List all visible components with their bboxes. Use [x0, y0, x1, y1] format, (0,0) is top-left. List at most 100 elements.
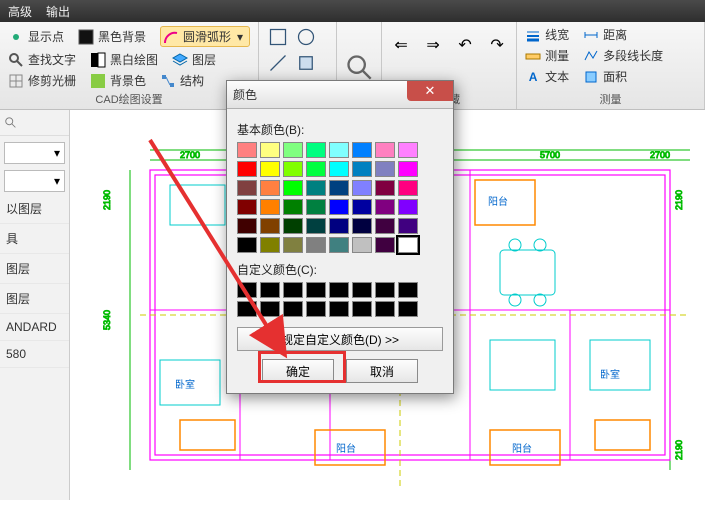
color-swatch[interactable] [398, 237, 418, 253]
color-swatch[interactable] [260, 142, 280, 158]
color-swatch[interactable] [237, 180, 257, 196]
rib-polyline-len[interactable]: 多段线长度 [583, 47, 663, 64]
color-swatch[interactable] [329, 180, 349, 196]
rib-measure[interactable]: 测量 [525, 47, 569, 64]
color-swatch[interactable] [398, 199, 418, 215]
nav-left-icon[interactable]: ⇐ [390, 34, 412, 56]
list-item[interactable]: 580 [0, 341, 69, 368]
dialog-titlebar[interactable]: 颜色 ✕ [227, 81, 453, 109]
cancel-button[interactable]: 取消 [346, 359, 418, 383]
custom-swatch[interactable] [306, 301, 326, 317]
color-swatch[interactable] [375, 180, 395, 196]
custom-swatch[interactable] [352, 282, 372, 298]
color-swatch[interactable] [306, 199, 326, 215]
ok-button[interactable]: 确定 [262, 359, 334, 383]
custom-swatch[interactable] [398, 282, 418, 298]
rib-bg-color[interactable]: 背景色 [90, 72, 146, 89]
rib-bw-draw[interactable]: 黑白绘图 [90, 51, 158, 68]
color-swatch[interactable] [283, 237, 303, 253]
color-swatch[interactable] [306, 161, 326, 177]
nav-redo-icon[interactable]: ↷ [486, 34, 508, 56]
color-swatch[interactable] [352, 161, 372, 177]
color-swatch[interactable] [283, 142, 303, 158]
rib-distance[interactable]: 距离 [583, 26, 627, 43]
color-swatch[interactable] [352, 237, 372, 253]
color-swatch[interactable] [237, 237, 257, 253]
color-swatch[interactable] [237, 142, 257, 158]
custom-swatch[interactable] [260, 282, 280, 298]
color-swatch[interactable] [260, 237, 280, 253]
custom-swatch[interactable] [237, 282, 257, 298]
custom-swatch[interactable] [306, 282, 326, 298]
color-swatch[interactable] [329, 142, 349, 158]
color-swatch[interactable] [237, 218, 257, 234]
menu-output[interactable]: 输出 [46, 3, 70, 20]
nav-right-icon[interactable]: ⇒ [422, 34, 444, 56]
rib-smooth-arc[interactable]: 圆滑弧形▾ [160, 26, 250, 47]
color-swatch[interactable] [375, 218, 395, 234]
custom-swatch[interactable] [375, 282, 395, 298]
list-item[interactable]: ANDARD [0, 314, 69, 341]
color-swatch[interactable] [283, 218, 303, 234]
color-swatch[interactable] [283, 161, 303, 177]
rib-structure[interactable]: 结构 [160, 72, 204, 89]
color-swatch[interactable] [237, 199, 257, 215]
rib-layer[interactable]: 图层 [172, 51, 216, 68]
custom-swatch[interactable] [283, 282, 303, 298]
custom-swatch[interactable] [237, 301, 257, 317]
zoom-icon[interactable] [345, 53, 373, 81]
list-item[interactable]: 图层 [0, 254, 69, 284]
color-swatch[interactable] [306, 237, 326, 253]
color-swatch[interactable] [352, 180, 372, 196]
rib-trim-grid[interactable]: 修剪光栅 [8, 72, 76, 89]
color-swatch[interactable] [398, 180, 418, 196]
color-swatch[interactable] [329, 161, 349, 177]
custom-swatch[interactable] [260, 301, 280, 317]
custom-swatch[interactable] [329, 282, 349, 298]
list-item[interactable]: 以图层 [0, 194, 69, 224]
color-swatch[interactable] [329, 218, 349, 234]
define-custom-button[interactable]: 规定自定义颜色(D) >> [237, 327, 443, 351]
color-swatch[interactable] [306, 180, 326, 196]
color-swatch[interactable] [375, 199, 395, 215]
custom-swatch[interactable] [329, 301, 349, 317]
tool-icon-1[interactable] [267, 26, 289, 48]
color-swatch[interactable] [283, 180, 303, 196]
color-swatch[interactable] [237, 161, 257, 177]
list-item[interactable]: 图层 [0, 284, 69, 314]
color-swatch[interactable] [375, 142, 395, 158]
panel-search[interactable] [0, 110, 69, 136]
nav-undo-icon[interactable]: ↶ [454, 34, 476, 56]
color-swatch[interactable] [329, 237, 349, 253]
panel-dropdown-1[interactable]: ▾ [4, 142, 65, 164]
menu-advanced[interactable]: 高级 [8, 3, 32, 20]
tool-icon-4[interactable] [295, 52, 317, 74]
color-swatch[interactable] [260, 199, 280, 215]
list-item[interactable]: 具 [0, 224, 69, 254]
color-swatch[interactable] [306, 142, 326, 158]
tool-icon-2[interactable] [295, 26, 317, 48]
rib-text[interactable]: A文本 [525, 68, 569, 85]
color-swatch[interactable] [398, 218, 418, 234]
color-swatch[interactable] [306, 218, 326, 234]
color-swatch[interactable] [375, 237, 395, 253]
color-swatch[interactable] [283, 199, 303, 215]
rib-find-text[interactable]: 查找文字 [8, 51, 76, 68]
color-swatch[interactable] [260, 161, 280, 177]
color-swatch[interactable] [398, 161, 418, 177]
close-button[interactable]: ✕ [407, 81, 453, 101]
rib-black-bg[interactable]: 黑色背景 [78, 28, 146, 45]
panel-dropdown-2[interactable]: ▾ [4, 170, 65, 192]
custom-swatch[interactable] [352, 301, 372, 317]
color-swatch[interactable] [352, 142, 372, 158]
custom-swatch[interactable] [283, 301, 303, 317]
rib-linewidth[interactable]: 线宽 [525, 26, 569, 43]
custom-swatch[interactable] [375, 301, 395, 317]
rib-area[interactable]: 面积 [583, 68, 627, 85]
custom-swatch[interactable] [398, 301, 418, 317]
color-swatch[interactable] [260, 180, 280, 196]
tool-icon-3[interactable] [267, 52, 289, 74]
color-swatch[interactable] [398, 142, 418, 158]
color-swatch[interactable] [329, 199, 349, 215]
color-swatch[interactable] [260, 218, 280, 234]
